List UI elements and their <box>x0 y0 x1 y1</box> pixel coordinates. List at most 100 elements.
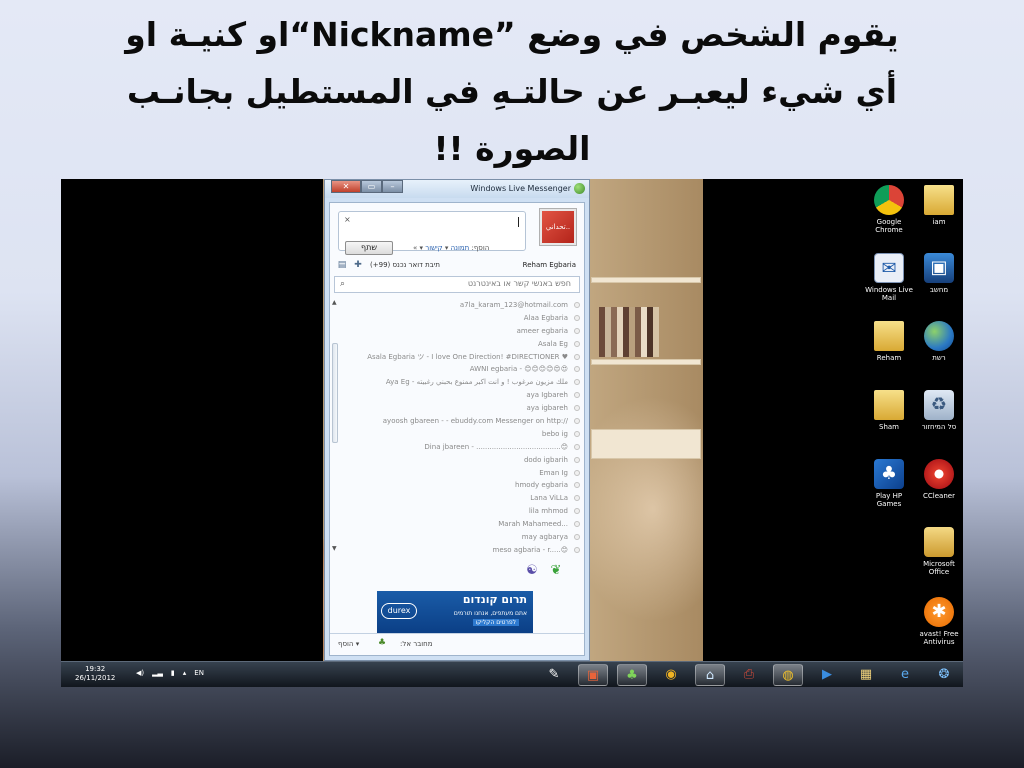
desktop-icon-avast[interactable]: ✱ avast! Free Antivirus <box>914 597 963 646</box>
signal-icon[interactable]: ▂▃ <box>152 669 163 677</box>
contact-list-item[interactable]: Asala Egbaria ツ - I love One Direction! … <box>330 351 584 364</box>
contact-list-item[interactable]: bebo ig <box>330 428 584 441</box>
contact-name: dodo igbarih <box>523 455 568 464</box>
presence-status-icon <box>574 521 580 528</box>
add-contact-icon[interactable]: ✚ <box>352 259 364 271</box>
desktop-icon-play-hp-games[interactable]: ♣ Play HP Games <box>864 459 914 508</box>
show-hidden-icons-icon[interactable]: ▴ <box>183 669 187 677</box>
desktop-icon-sham[interactable]: Sham <box>864 390 914 431</box>
volume-icon[interactable]: ◀) <box>136 669 144 677</box>
shelf-drawers <box>591 429 701 459</box>
tray-clock[interactable]: 19:32 26/11/2012 <box>75 665 115 683</box>
contact-name: bebo ig <box>541 429 568 438</box>
link-link[interactable]: קישור <box>425 244 442 252</box>
window-controls: ✕ ▭ – <box>331 180 403 193</box>
presence-status-icon <box>574 546 580 553</box>
taskbar-media-player-icon[interactable]: ◉ <box>656 664 686 686</box>
desktop-icon-recycle-bin[interactable]: ♻ סל המיחזור <box>914 390 963 431</box>
taskbar-powerpoint-icon[interactable]: ▣ <box>578 664 608 686</box>
close-button[interactable]: ✕ <box>331 180 361 193</box>
system-tray: ◀) ▂▃ ▮ ▴ EN <box>136 669 204 677</box>
footer-add-button[interactable]: ▾ הוסף <box>338 640 359 648</box>
contact-list-item[interactable]: may agbarya <box>330 531 584 544</box>
taskbar-paint-icon[interactable]: ✎ <box>539 664 569 686</box>
contact-list-item[interactable]: AWNI egbaria - 😊😊😊😊😍😍 <box>330 363 584 376</box>
desktop-icon-windows-live-mail[interactable]: ✉ Windows Live Mail <box>864 253 914 302</box>
taskbar-messenger-icon[interactable]: ♣ <box>617 664 647 686</box>
recycle-bin-icon: ♻ <box>924 390 954 420</box>
presence-status-icon <box>574 418 580 425</box>
presence-status-icon <box>574 314 580 321</box>
contact-list-item[interactable]: ayoosh gbareen - - ebuddy.com Messenger … <box>330 415 584 428</box>
buddy-icon: ♣ <box>378 638 387 648</box>
desktop-icon-iam[interactable]: iam <box>914 185 963 226</box>
display-name[interactable]: Reham Egbaria <box>523 261 576 269</box>
taskbar-printer-icon[interactable]: ⎙ <box>734 664 764 686</box>
contact-list-item[interactable]: Asala Eg <box>330 338 584 351</box>
inbox-link[interactable]: תיבת דואר נכנס (99+) <box>370 261 440 269</box>
taskbar-chrome-icon[interactable]: ◍ <box>773 664 803 686</box>
share-button[interactable]: שתף <box>345 241 393 255</box>
durex-ad-banner[interactable]: durex תרום קונדום אתם מעתפים, אנחנו תורמ… <box>377 591 533 633</box>
messenger-titlebar[interactable]: ✕ ▭ – Windows Live Messenger <box>325 180 589 198</box>
taskbar-explorer-icon[interactable]: ▦ <box>851 664 881 686</box>
contact-list-item[interactable]: lila mhmod <box>330 505 584 518</box>
contact-list-item[interactable]: a7la_karam_123@hotmail.com <box>330 299 584 312</box>
desktop-icon-reham[interactable]: Reham <box>864 321 914 362</box>
taskbar-media-center-icon[interactable]: ▶ <box>812 664 842 686</box>
yin-yang-app-icon[interactable]: ☯ <box>524 563 540 579</box>
contact-list-item[interactable]: Dina jbareen - .........................… <box>330 441 584 454</box>
contact-name: aya Igbareh <box>526 391 568 400</box>
contact-list-item[interactable]: aya Igbareh <box>330 389 584 402</box>
layout-icon[interactable]: ▤ <box>336 259 348 271</box>
chrome-icon <box>874 185 904 215</box>
contact-name: AWNI egbaria - 😊😊😊😊😍😍 <box>469 365 568 374</box>
desktop-icon-google-chrome[interactable]: Google Chrome <box>864 185 914 234</box>
contact-list-item[interactable]: aya igbareh <box>330 402 584 415</box>
more-link[interactable]: » <box>413 244 417 252</box>
messenger-footer: ▾ הוסף ♣ מחובר אל: <box>330 633 584 655</box>
desktop-icon-ccleaner[interactable]: CCleaner <box>914 459 963 500</box>
durex-logo: durex <box>381 603 417 619</box>
contact-list-item[interactable]: Marah Mahameed... <box>330 518 584 531</box>
contact-name: Marah Mahameed... <box>498 520 568 529</box>
status-message-box[interactable]: × שתף הוסף: תמונה ▾ קישור ▾ » <box>338 211 526 255</box>
contact-list-item[interactable]: ameer egbaria <box>330 325 584 338</box>
battery-icon[interactable]: ▮ <box>171 669 175 677</box>
butterfly-app-icon[interactable]: ❦ <box>548 563 564 579</box>
avatar[interactable]: تحداني.. <box>540 209 576 245</box>
desktop-icon-computer[interactable]: ▣ מחשב <box>914 253 963 294</box>
folder-icon <box>924 185 954 215</box>
contact-search[interactable]: ⌕ <box>334 276 580 293</box>
contact-list-item[interactable]: Alaa Egbaria <box>330 312 584 325</box>
restore-button[interactable]: ▭ <box>361 180 382 193</box>
minimize-button[interactable]: – <box>382 180 403 193</box>
presence-status-icon <box>574 327 580 334</box>
desktop-icon-network[interactable]: רשת <box>914 321 963 362</box>
contact-list-item[interactable]: hmody egbaria <box>330 479 584 492</box>
presence-status-icon <box>574 482 580 489</box>
search-input[interactable] <box>371 279 571 288</box>
contact-name: Asala Egbaria ツ - I love One Direction! … <box>367 352 568 361</box>
start-button-icon[interactable]: ❂ <box>929 664 959 686</box>
photo-link[interactable]: תמונה <box>451 244 470 252</box>
taskbar-hp-icon[interactable]: ⌂ <box>695 664 725 686</box>
presence-status-icon <box>574 302 580 308</box>
office-folder-icon <box>924 527 954 557</box>
taskbar-ie-icon[interactable]: e <box>890 664 920 686</box>
contact-list-item[interactable]: dodo igbarih <box>330 454 584 467</box>
desktop-icon-label: iam <box>932 218 946 226</box>
contact-name: ameer egbaria <box>516 326 568 335</box>
language-indicator[interactable]: EN <box>194 669 204 677</box>
desktop-icon-label: Microsoft Office <box>923 560 955 576</box>
contact-list-item[interactable]: meso agbaria - r.....😊 <box>330 544 584 555</box>
contact-list-item[interactable]: Eman Ig <box>330 467 584 480</box>
ad-subtitle: אתם מעתפים, אנחנו תורמים <box>453 610 527 617</box>
presence-status-icon <box>574 430 580 437</box>
clear-status-icon[interactable]: × <box>344 215 351 224</box>
mail-icon: ✉ <box>874 253 904 283</box>
desktop-icon-label: Sham <box>879 423 899 431</box>
contact-list-item[interactable]: Aya Eg - ملك مزيون مرغوب ! و انت اكبر مم… <box>330 376 584 389</box>
desktop-icon-microsoft-office[interactable]: Microsoft Office <box>914 527 963 576</box>
contact-list-item[interactable]: Lana ViLLa <box>330 492 584 505</box>
